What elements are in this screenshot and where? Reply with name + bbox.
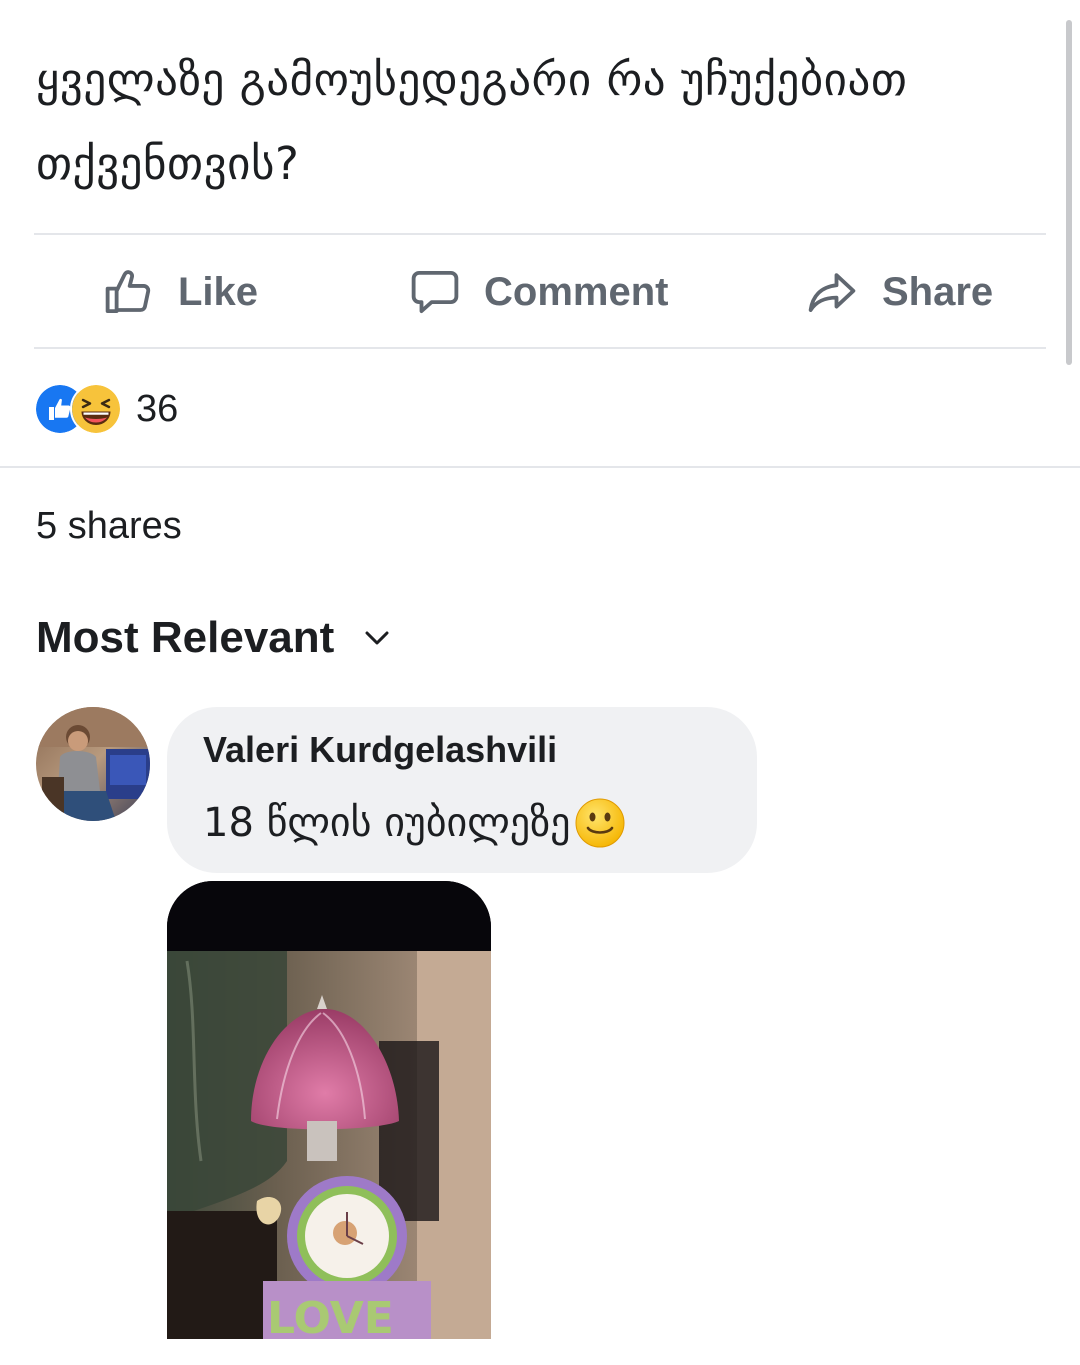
slightly-smiling-face-icon — [575, 798, 625, 848]
divider — [34, 347, 1046, 349]
like-label: Like — [178, 269, 259, 314]
comment-text-body: 18 წლის იუბილეზე — [203, 800, 571, 846]
thumbs-up-icon — [105, 270, 151, 314]
shares-count[interactable]: 5 shares — [36, 505, 182, 548]
comment-button[interactable]: Comment — [408, 236, 668, 348]
comment-sort-dropdown[interactable]: Most Relevant — [36, 613, 390, 663]
share-arrow-icon — [808, 273, 856, 312]
reactions-summary[interactable]: 36 — [34, 383, 178, 435]
scrollbar[interactable] — [1066, 20, 1072, 365]
divider — [34, 233, 1046, 235]
avatar[interactable] — [36, 707, 150, 821]
chevron-down-icon — [365, 631, 389, 645]
comment-bubble: Valeri Kurdgelashvili 18 წლის იუბილეზე — [167, 707, 757, 873]
comment-photo[interactable]: LOVE — [167, 881, 491, 1339]
action-bar: Like Comment Share — [34, 236, 1046, 348]
svg-text:LOVE: LOVE — [267, 1293, 394, 1339]
reaction-count: 36 — [136, 387, 179, 430]
lamp-clock-photo: LOVE — [167, 881, 491, 1339]
comment-author[interactable]: Valeri Kurdgelashvili — [203, 729, 557, 771]
share-button[interactable]: Share — [804, 236, 993, 348]
comment-bubble-icon — [411, 270, 459, 314]
avatar-photo — [36, 707, 150, 821]
share-label: Share — [882, 269, 994, 314]
divider — [0, 466, 1080, 468]
comment-text: 18 წლის იუბილეზე — [203, 797, 626, 849]
post-text: ყველაზე გამოუსედეგარი რა უჩუქებიათ თქვენ… — [36, 53, 908, 190]
sort-label: Most Relevant — [36, 613, 335, 662]
comment-label: Comment — [484, 269, 669, 314]
haha-reaction-icon — [70, 383, 122, 435]
like-button[interactable]: Like — [102, 236, 258, 348]
